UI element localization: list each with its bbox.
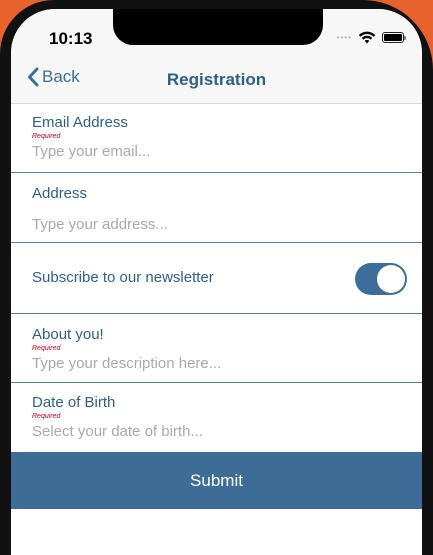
newsletter-toggle[interactable] — [355, 263, 407, 295]
wifi-icon — [358, 31, 376, 43]
about-field-group: About you! Required — [11, 314, 422, 383]
phone-bezel: 10:13 •••• Back Registration Email Addre… — [0, 0, 433, 555]
status-time: 10:13 — [49, 29, 93, 48]
email-label: Email Address — [32, 114, 128, 131]
email-input[interactable] — [32, 143, 402, 160]
submit-button[interactable]: Submit — [11, 452, 422, 509]
about-required-note: Required — [32, 345, 61, 352]
phone-screen: 10:13 •••• Back Registration Email Addre… — [11, 9, 422, 555]
dob-label: Date of Birth — [32, 394, 116, 411]
page-title: Registration — [166, 70, 267, 89]
address-field-group: Address — [11, 173, 422, 243]
battery-icon — [382, 31, 406, 43]
dob-field-group: Date of Birth Required — [11, 383, 422, 452]
address-input[interactable] — [32, 216, 402, 233]
dob-input[interactable] — [32, 423, 402, 440]
dob-required-note: Required — [32, 413, 61, 420]
email-field-group: Email Address Required — [11, 104, 422, 173]
address-label: Address — [32, 185, 88, 202]
newsletter-row: Subscribe to our newsletter — [11, 243, 422, 314]
about-label: About you! — [32, 326, 104, 343]
navigation-bar: Back Registration — [11, 53, 422, 104]
notch — [113, 9, 323, 45]
about-input[interactable] — [32, 355, 402, 372]
newsletter-label: Subscribe to our newsletter — [32, 269, 214, 286]
status-icons: •••• — [336, 30, 406, 44]
email-required-note: Required — [32, 133, 61, 140]
status-bar: 10:13 •••• — [11, 9, 422, 53]
signal-icon: •••• — [336, 32, 352, 42]
